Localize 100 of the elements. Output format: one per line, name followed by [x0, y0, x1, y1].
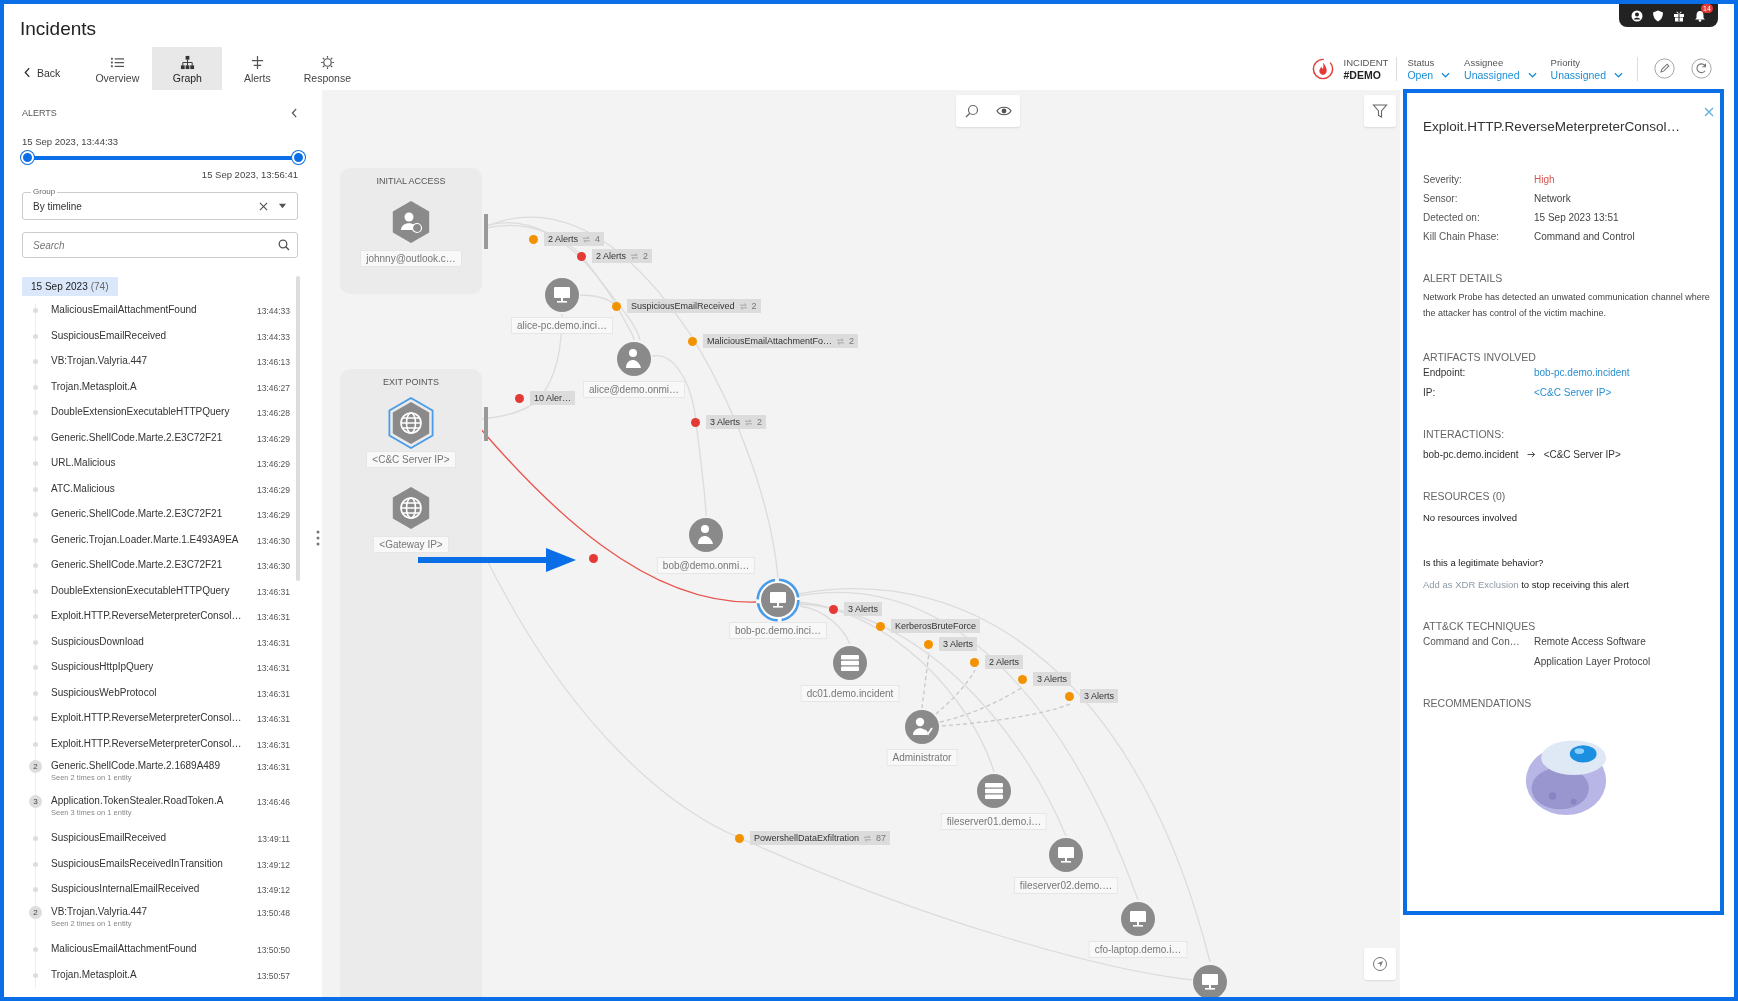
- alert-list-item[interactable]: SuspiciousInternalEmailReceived: [51, 883, 200, 894]
- shield-icon[interactable]: [1652, 9, 1664, 22]
- user-icon[interactable]: [1631, 9, 1643, 22]
- caret-icon[interactable]: [278, 203, 287, 209]
- bell-icon[interactable]: [1694, 9, 1706, 22]
- alert-list-item[interactable]: Generic.ShellCode.Marte.2.E3C72F21: [51, 559, 223, 570]
- tab[interactable]: Overview: [82, 47, 153, 90]
- alert-chip[interactable]: MaliciousEmailAttachmentFo… 2: [703, 334, 859, 348]
- page-title: Incidents: [20, 18, 97, 40]
- computer-node[interactable]: [756, 578, 800, 622]
- alert-list-item[interactable]: VB:Trojan.Valyria.447: [51, 355, 148, 366]
- alert-list-item[interactable]: Trojan.Metasploit.A: [51, 380, 137, 392]
- severity-dot[interactable]: [589, 553, 598, 563]
- alert-list-item[interactable]: Generic.ShellCode.Marte.2.E3C72F21: [51, 508, 223, 519]
- alert-list-item[interactable]: DoubleExtensionExecutableHTTPQuery: [51, 406, 230, 417]
- alert-list-item[interactable]: Generic.Trojan.Loader.Marte.1.E493A9EA: [51, 533, 239, 545]
- alert-chip[interactable]: 2 Alerts 4: [544, 232, 605, 246]
- search-field[interactable]: Search: [22, 232, 298, 258]
- search-icon[interactable]: [278, 239, 290, 251]
- alert-list-item[interactable]: Generic.ShellCode.Marte.2.1689A489: [51, 760, 220, 771]
- field-dropdown[interactable]: Unassigned: [1550, 68, 1623, 81]
- alert-list-item[interactable]: URL.Malicious: [51, 457, 116, 468]
- alert-list-item[interactable]: Exploit.HTTP.ReverseMeterpreterConsol…: [51, 737, 242, 749]
- node-label: <Gateway IP>: [373, 536, 449, 553]
- close-icon[interactable]: [1704, 107, 1714, 117]
- severity-dot[interactable]: [735, 833, 744, 843]
- collapse-icon[interactable]: [291, 108, 298, 118]
- alert-list-item[interactable]: SuspiciousEmailReceived: [51, 329, 167, 341]
- artifact-link[interactable]: <C&C Server IP>: [1534, 387, 1712, 398]
- tab[interactable]: Alerts: [222, 47, 293, 90]
- alert-time: 13:46:29: [255, 484, 290, 495]
- back-button[interactable]: Back: [4, 55, 83, 90]
- alert-list-item[interactable]: ATC.Malicious: [51, 482, 115, 494]
- alert-list-item[interactable]: SuspiciousEmailReceived: [51, 832, 167, 843]
- alert-chip[interactable]: PowershellDataExfiltration 87: [750, 831, 891, 845]
- alert-chip[interactable]: 3 Alerts: [939, 637, 977, 651]
- alert-list-item[interactable]: Application.TokenStealer.RoadToken.A: [51, 794, 224, 806]
- date-group-chip[interactable]: 15 Sep 2023 (74): [22, 277, 118, 296]
- severity-dot[interactable]: [876, 621, 885, 631]
- severity-dot[interactable]: [515, 393, 524, 403]
- alert-chip[interactable]: 3 Alerts: [844, 602, 882, 616]
- repeat-count-badge: 2: [29, 760, 42, 773]
- slider-handle[interactable]: [20, 151, 34, 164]
- locate-button[interactable]: [1364, 948, 1396, 980]
- severity-dot[interactable]: [577, 251, 586, 261]
- severity-dot[interactable]: [529, 234, 538, 244]
- severity-dot[interactable]: [924, 639, 933, 649]
- alert-list-item[interactable]: MaliciousEmailAttachmentFound: [51, 304, 197, 315]
- alert-list-item[interactable]: VB:Trojan.Valyria.447: [51, 905, 148, 917]
- alert-time: 13:44:33: [255, 331, 290, 342]
- alert-list-item[interactable]: DoubleExtensionExecutableHTTPQuery: [51, 584, 230, 596]
- tab[interactable]: Response: [292, 47, 363, 90]
- alert-chip[interactable]: SuspiciousEmailReceived 2: [627, 299, 761, 313]
- sliders-icon: [249, 54, 265, 70]
- alert-chip[interactable]: 2 Alerts: [985, 655, 1023, 669]
- fact-label: Detected on:: [1423, 212, 1481, 223]
- alert-time: 13:49:12: [255, 859, 290, 870]
- timeline-dot: [33, 308, 38, 313]
- filter-button[interactable]: [1364, 95, 1396, 127]
- alert-list-item[interactable]: MaliciousEmailAttachmentFound: [51, 943, 197, 954]
- severity-dot[interactable]: [691, 417, 700, 427]
- artifact-link[interactable]: bob-pc.demo.incident: [1534, 367, 1712, 378]
- question-text: Is this a legitimate behavior?: [1423, 557, 1545, 568]
- alert-chip[interactable]: 3 Alerts 2: [706, 415, 767, 429]
- scrollbar[interactable]: [296, 276, 300, 581]
- edit-icon[interactable]: [1654, 58, 1675, 79]
- alert-list-item[interactable]: Trojan.Metasploit.A: [51, 968, 137, 980]
- severity-dot[interactable]: [612, 301, 621, 311]
- alert-list-item[interactable]: SuspiciousHttpIpQuery: [51, 661, 154, 672]
- alert-list-item[interactable]: Exploit.HTTP.ReverseMeterpreterConsol…: [51, 712, 242, 723]
- tab[interactable]: Graph: [152, 47, 223, 90]
- alert-chip[interactable]: 3 Alerts: [1080, 689, 1118, 703]
- refresh-icon[interactable]: [1691, 58, 1712, 79]
- field-dropdown[interactable]: Unassigned: [1464, 68, 1537, 81]
- timeline-dot: [33, 333, 38, 339]
- severity-dot[interactable]: [829, 604, 838, 614]
- alert-chip[interactable]: 10 Aler…: [530, 391, 576, 405]
- severity-dot[interactable]: [1065, 691, 1074, 701]
- alert-list-item[interactable]: Generic.ShellCode.Marte.2.E3C72F21: [51, 431, 223, 443]
- timeline-dot: [33, 887, 38, 892]
- alert-list-item[interactable]: SuspiciousEmailsReceivedInTransition: [51, 857, 223, 869]
- section-title: RECOMMENDATIONS: [1423, 697, 1533, 709]
- gift-icon[interactable]: [1673, 9, 1685, 22]
- clear-icon[interactable]: [259, 201, 268, 211]
- alert-list-item[interactable]: SuspiciousDownload: [51, 635, 144, 647]
- fact-label: Endpoint:: [1423, 367, 1467, 378]
- resize-handle-icon[interactable]: [316, 530, 320, 546]
- field-dropdown[interactable]: Open: [1407, 68, 1451, 81]
- alert-chip[interactable]: 3 Alerts: [1033, 672, 1071, 686]
- alert-chip[interactable]: KerberosBruteForce: [891, 619, 981, 633]
- severity-dot[interactable]: [970, 657, 979, 667]
- severity-dot[interactable]: [688, 336, 697, 346]
- alert-label: 2 Alerts: [548, 234, 578, 244]
- globe-node[interactable]: [387, 397, 435, 449]
- alert-list-item[interactable]: Exploit.HTTP.ReverseMeterpreterConsol…: [51, 610, 242, 621]
- slider-handle[interactable]: [291, 151, 305, 164]
- alert-list-item[interactable]: SuspiciousWebProtocol: [51, 686, 157, 698]
- alert-chip[interactable]: 2 Alerts 2: [592, 249, 653, 263]
- severity-dot[interactable]: [1018, 674, 1027, 684]
- alert-label: 2 Alerts: [596, 251, 626, 261]
